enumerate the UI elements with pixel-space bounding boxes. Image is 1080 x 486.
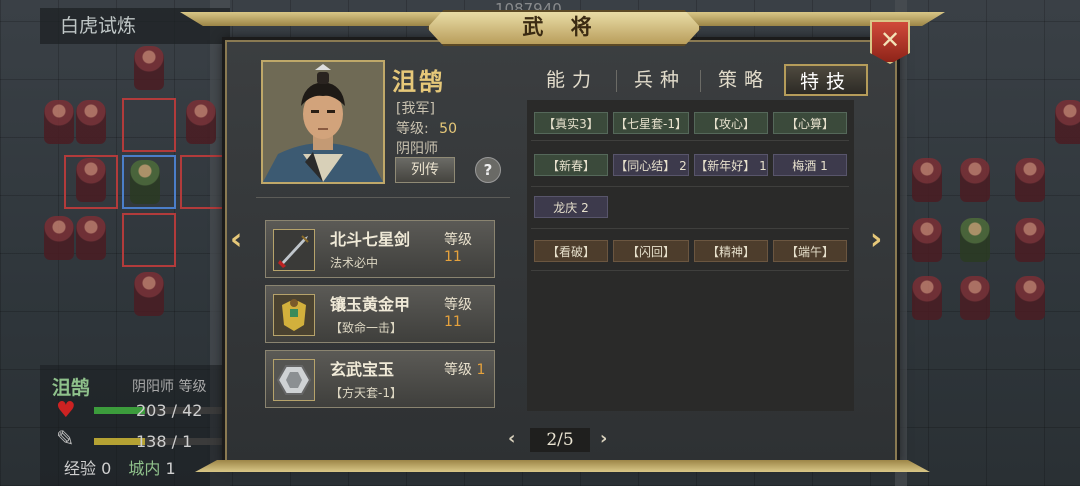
enemy-unit[interactable]	[1015, 276, 1045, 320]
hero-faction: [我军]	[396, 101, 435, 117]
unit-status-panel: 沮鹄 阴阳师 等级 ♥ 203 / 42 ✎ 138 / 1 经验 0 城内 1	[40, 365, 244, 486]
skill-chip[interactable]: 【新春】	[534, 154, 608, 176]
row-divider	[531, 270, 849, 271]
page-next-button[interactable]: ›	[600, 428, 607, 449]
tab-troop[interactable]: 兵种	[620, 64, 700, 96]
skill-chip[interactable]: 【闪回】	[613, 240, 689, 262]
hero-level-row: 等级: 50	[396, 118, 457, 138]
equipment-name: 玄武宝玉	[330, 360, 395, 379]
close-icon: ✕	[879, 26, 901, 54]
row-divider	[531, 140, 849, 141]
tab-divider	[616, 70, 617, 92]
exp-value: 0	[101, 459, 112, 478]
equipment-level-value: 11	[444, 314, 462, 330]
city-value: 1	[165, 459, 176, 478]
equipment-level: 等级 11	[444, 229, 494, 265]
tab-divider	[700, 70, 701, 92]
exp-label: 经验	[64, 459, 97, 478]
skill-chip[interactable]: 【七星套-1】	[613, 112, 689, 134]
hero-level-value: 50	[439, 121, 457, 137]
page-prev-button[interactable]: ‹	[508, 428, 515, 449]
equipment-level-value: 11	[444, 249, 462, 265]
equipment-level-label: 等级	[444, 362, 472, 378]
enemy-unit[interactable]	[186, 100, 216, 144]
equipment-level-label: 等级	[444, 297, 472, 313]
enemy-unit[interactable]	[1015, 218, 1045, 262]
dialog-frame-bottom	[195, 460, 930, 472]
enemy-unit[interactable]	[44, 100, 74, 144]
enemy-unit[interactable]	[912, 218, 942, 262]
equipment-armor[interactable]: 镶玉黄金甲 等级 11 【致命一击】	[265, 285, 495, 343]
row-divider	[531, 228, 849, 229]
equipment-name: 北斗七星剑	[330, 230, 411, 249]
skill-chip[interactable]: 【看破】	[534, 240, 608, 262]
hp-value: 203 / 42	[136, 401, 203, 420]
enemy-unit[interactable]	[1055, 100, 1080, 144]
equipment-accessory[interactable]: 玄武宝玉 等级 1 【方天套-1】	[265, 350, 495, 408]
mp-value: 138 / 1	[136, 432, 193, 451]
hero-class: 阴阳师	[396, 141, 438, 157]
equipment-desc: 法术必中	[330, 256, 379, 270]
heart-icon: ♥	[56, 398, 76, 423]
enemy-unit[interactable]	[912, 158, 942, 202]
equipment-name: 镶玉黄金甲	[330, 295, 411, 314]
help-button[interactable]: ?	[475, 157, 501, 183]
ally-unit[interactable]	[960, 218, 990, 262]
equipment-desc: 【方天套-1】	[330, 386, 402, 400]
enemy-unit[interactable]	[1015, 158, 1045, 202]
ally-unit[interactable]	[130, 160, 160, 204]
unit-class: 阴阳师 等级	[132, 379, 207, 395]
tab-strategy[interactable]: 策略	[704, 64, 784, 96]
equipment-level: 等级 1	[444, 359, 485, 379]
hero-level-label: 等级:	[396, 121, 429, 137]
hero-name: 沮鹄	[392, 67, 446, 96]
map-cell-highlight	[122, 213, 176, 267]
skill-chip[interactable]: 【心算】	[773, 112, 847, 134]
equipment-weapon[interactable]: 北斗七星剑 等级 11 法术必中	[265, 220, 495, 278]
enemy-unit[interactable]	[960, 158, 990, 202]
skill-chip[interactable]: 【真实3】	[534, 112, 608, 134]
sword-icon	[273, 229, 315, 271]
skill-chip[interactable]: 梅酒 1	[773, 154, 847, 176]
next-hero-arrow[interactable]: ›	[870, 222, 882, 257]
armor-icon	[273, 294, 315, 336]
feather-icon: ✎	[56, 427, 75, 452]
dialog-title: 武 将	[522, 14, 602, 39]
equipment-level-value: 1	[476, 362, 486, 378]
hero-portrait	[261, 60, 385, 184]
tab-ability[interactable]: 能力	[532, 64, 612, 96]
row-divider	[531, 186, 849, 187]
page-indicator: 2/5	[530, 428, 590, 452]
skill-chip[interactable]: 【同心结】 2	[613, 154, 689, 176]
enemy-unit[interactable]	[960, 276, 990, 320]
enemy-unit[interactable]	[44, 216, 74, 260]
tab-special-skill[interactable]: 特技	[784, 64, 868, 96]
map-cell-highlight	[122, 98, 176, 152]
equipment-level: 等级 11	[444, 294, 494, 330]
enemy-unit[interactable]	[134, 272, 164, 316]
biography-button[interactable]: 列传	[395, 157, 455, 183]
skill-chip[interactable]: 【端午】	[773, 240, 847, 262]
prev-hero-arrow[interactable]: ‹	[230, 222, 242, 257]
divider	[256, 197, 510, 198]
city-label: 城内	[128, 459, 161, 478]
exp-row: 经验 0 城内 1	[64, 455, 176, 479]
equipment-desc: 【致命一击】	[330, 321, 403, 335]
skill-chip[interactable]: 龙庆 2	[534, 196, 608, 218]
skill-chip[interactable]: 【新年好】 1	[694, 154, 768, 176]
enemy-unit[interactable]	[76, 158, 106, 202]
skill-chip[interactable]: 【攻心】	[694, 112, 768, 134]
enemy-unit[interactable]	[912, 276, 942, 320]
equipment-level-label: 等级	[444, 232, 472, 248]
enemy-unit[interactable]	[76, 100, 106, 144]
enemy-unit[interactable]	[134, 46, 164, 90]
hero-portrait-image	[263, 62, 383, 182]
skill-chip[interactable]: 【精神】	[694, 240, 768, 262]
jade-icon	[273, 359, 315, 401]
unit-name: 沮鹄	[52, 377, 91, 399]
enemy-unit[interactable]	[76, 216, 106, 260]
